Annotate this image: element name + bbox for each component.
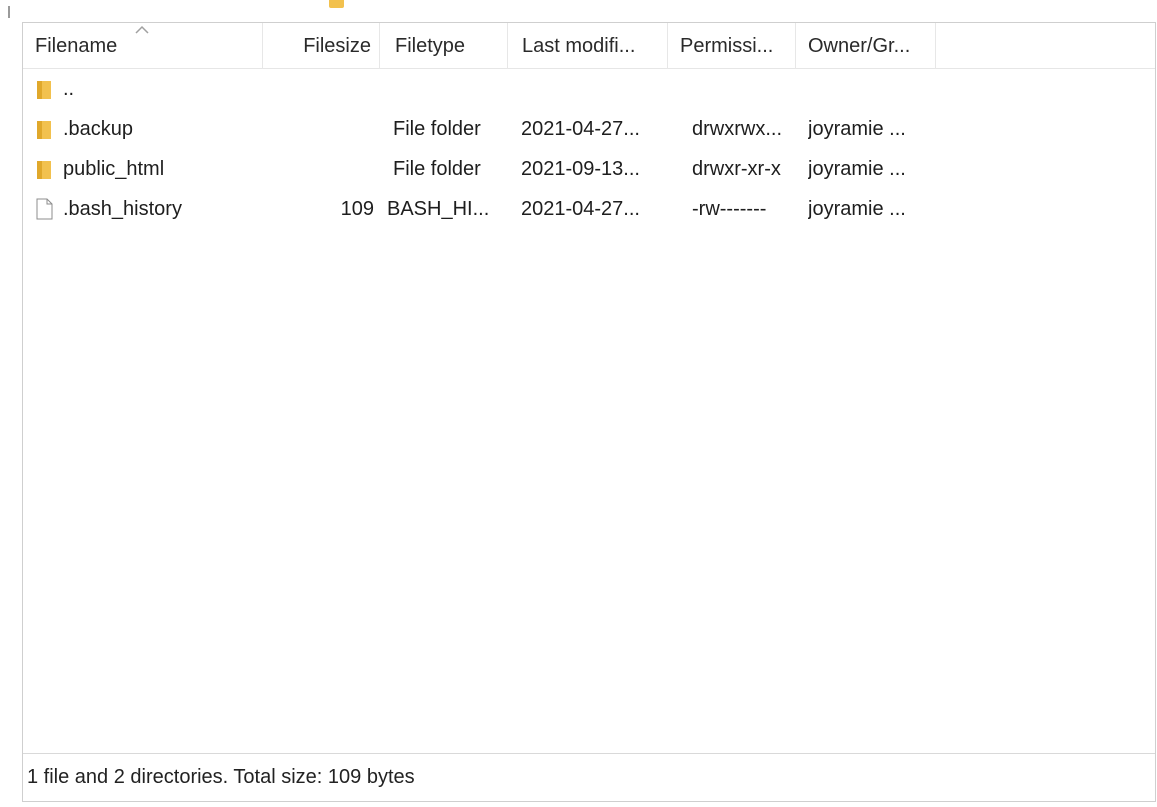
remote-file-list: Filename Filesize Filetype Last modifi..…: [22, 22, 1156, 802]
pane-edge: [8, 6, 10, 18]
column-owner-group[interactable]: Owner/Gr...: [796, 23, 936, 69]
filetype-cell: File folder: [393, 158, 481, 180]
column-header: Filename Filesize Filetype Last modifi..…: [23, 23, 1155, 69]
column-filename[interactable]: Filename: [23, 23, 263, 69]
permissions-cell: drwxrwx...: [692, 118, 782, 140]
file-icon: [36, 198, 53, 220]
table-row[interactable]: .backup File folder 2021-04-27... drwxrw…: [23, 109, 1155, 149]
modified-cell: 2021-09-13...: [521, 158, 640, 180]
column-filename-label: Filename: [35, 35, 118, 57]
owner-cell: joyramie ...: [808, 158, 906, 180]
filename-cell: ..: [63, 78, 75, 100]
status-text: 1 file and 2 directories. Total size: 10…: [27, 766, 415, 788]
column-filetype[interactable]: Filetype: [380, 23, 508, 69]
permissions-cell: drwxr-xr-x: [692, 158, 781, 180]
permissions-cell: -rw-------: [692, 198, 767, 220]
table-row[interactable]: .bash_history 109 BASH_HI... 2021-04-27.…: [23, 189, 1155, 229]
column-last-modified-label: Last modifi...: [522, 35, 636, 57]
owner-cell: joyramie ...: [808, 118, 906, 140]
folder-icon: [329, 0, 344, 8]
filetype-cell: File folder: [393, 118, 481, 140]
column-permissions[interactable]: Permissi...: [668, 23, 796, 69]
folder-icon: [37, 81, 51, 99]
filesize-cell: [263, 149, 374, 189]
column-permissions-label: Permissi...: [680, 35, 774, 57]
status-bar: 1 file and 2 directories. Total size: 10…: [23, 753, 1155, 801]
folder-icon: [37, 161, 51, 179]
top-strip: [0, 0, 1157, 22]
filename-cell: .backup: [63, 118, 134, 140]
folder-icon: [37, 121, 51, 139]
modified-cell: 2021-04-27...: [521, 198, 640, 220]
filesize-cell: [263, 109, 374, 149]
column-last-modified[interactable]: Last modifi...: [508, 23, 668, 69]
table-row[interactable]: ..: [23, 69, 1155, 109]
column-owner-group-label: Owner/Gr...: [808, 35, 911, 57]
modified-cell: 2021-04-27...: [521, 118, 640, 140]
owner-cell: joyramie ...: [808, 198, 906, 220]
column-filetype-label: Filetype: [395, 35, 466, 57]
filetype-cell: BASH_HI...: [387, 198, 490, 220]
column-filesize[interactable]: Filesize: [263, 23, 380, 69]
table-row[interactable]: public_html File folder 2021-09-13... dr…: [23, 149, 1155, 189]
column-filesize-label: Filesize: [303, 35, 371, 57]
filesize-cell: 109: [340, 198, 374, 220]
filename-cell: .bash_history: [63, 198, 182, 220]
filename-cell: public_html: [63, 158, 165, 180]
sort-ascending-icon: [135, 25, 149, 34]
